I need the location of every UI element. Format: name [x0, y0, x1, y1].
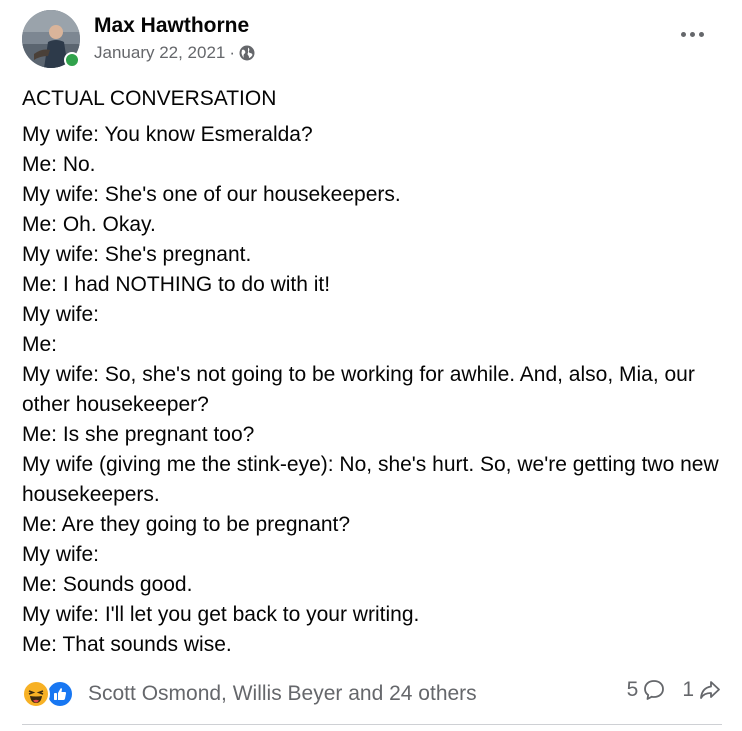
conversation-line: Me: Is she pregnant too? [22, 423, 255, 446]
conversation-line: Me: I had NOTHING to do with it! [22, 273, 331, 296]
author-name[interactable]: Max Hawthorne [94, 14, 249, 38]
conversation-line: My wife: I'll let you get back to your w… [22, 603, 420, 626]
like-icon [46, 680, 74, 708]
reactors-text[interactable]: Scott Osmond, Willis Beyer and 24 others [88, 682, 477, 706]
conversation-line: My wife: You know Esmeralda? [22, 123, 313, 146]
shares-count: 1 [682, 678, 694, 701]
conversation-line: Me: Are they going to be pregnant? [22, 513, 351, 536]
conversation-line: My wife: [22, 303, 100, 326]
conversation-line: My wife: She's one of our housekeepers. [22, 183, 401, 206]
globe-icon[interactable] [239, 45, 255, 61]
comments-count: 5 [626, 678, 639, 701]
post-footer: Scott Osmond, Willis Beyer and 24 others… [22, 678, 722, 710]
haha-icon [22, 680, 50, 708]
facebook-post: Max Hawthorne January 22, 2021 · ACTUAL … [0, 0, 742, 731]
comments-count-button[interactable]: 5 [627, 678, 667, 702]
conversation-line: My wife: So, she's not going to be worki… [22, 363, 695, 416]
engagement-counts: 5 1 [627, 678, 722, 702]
post-body: ACTUAL CONVERSATION My wife: You know Es… [22, 84, 728, 660]
share-icon [700, 681, 720, 699]
author-avatar[interactable] [22, 10, 80, 68]
conversation-line: My wife (giving me the stink-eye): No, s… [22, 453, 719, 506]
conversation-line: Me: No. [22, 153, 96, 176]
online-status-dot [64, 52, 80, 68]
more-options-button[interactable] [674, 22, 710, 46]
comment-icon [644, 680, 665, 700]
reactions-summary[interactable]: Scott Osmond, Willis Beyer and 24 others [22, 678, 477, 710]
footer-divider [22, 724, 722, 725]
post-meta: January 22, 2021 · [94, 43, 255, 63]
conversation-line: Me: That sounds wise. [22, 633, 232, 656]
more-horizontal-icon [680, 31, 686, 37]
conversation-line: Me: Oh. Okay. [22, 213, 156, 236]
post-header: Max Hawthorne January 22, 2021 · [22, 10, 724, 72]
conversation-line: My wife: [22, 543, 100, 566]
shares-count-button[interactable]: 1 [682, 678, 722, 702]
post-title: ACTUAL CONVERSATION [22, 87, 277, 110]
meta-separator: · [229, 43, 236, 62]
conversation-line: Me: Sounds good. [22, 573, 193, 596]
conversation-line: Me: [22, 333, 58, 356]
post-date[interactable]: January 22, 2021 [94, 43, 225, 63]
conversation-line: My wife: She's pregnant. [22, 243, 252, 266]
reaction-icons [22, 678, 80, 710]
